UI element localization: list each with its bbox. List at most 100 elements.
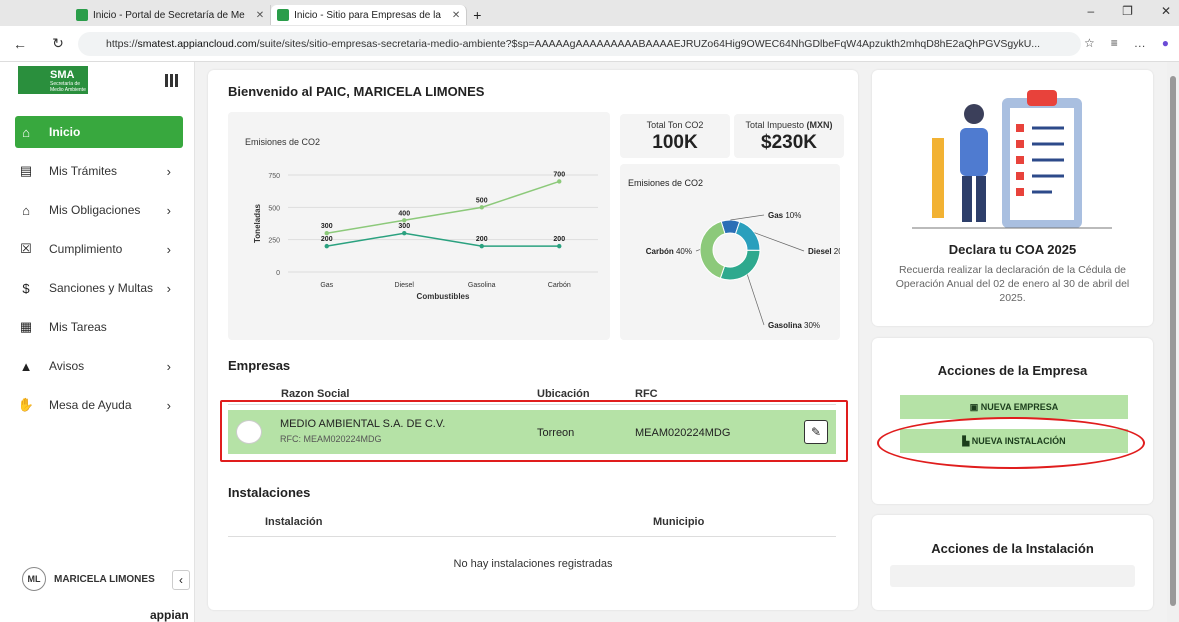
collections-icon[interactable]: ≡ [1111,36,1118,50]
coa-title: Declara tu COA 2025 [948,242,1077,257]
url-field[interactable]: https://smatest.appiancloud.com/suite/si… [78,32,1081,56]
browser-tabstrip: Inicio - Portal de Secretaría de Me ✕ In… [0,0,1179,26]
slice-name: Gas [768,211,785,220]
chevron-right-icon: › [166,163,171,179]
restore-icon[interactable]: ❐ [1122,4,1133,18]
donut-slice [734,220,761,251]
highlight-ellipse [877,417,1145,469]
main-card: Bienvenido al PAIC, MARICELA LIMONES Emi… [208,70,858,610]
line-chart: 0 250 500 750 Gas Diesel Gasolina Carbón Combust… [253,171,598,301]
sidebar-item-mesa-ayuda[interactable]: ✋ Mesa de Ayuda › [15,389,183,421]
copilot-icon[interactable]: ● [1162,36,1169,50]
sidebar-item-mis-obligaciones[interactable]: ⌂ Mis Obligaciones › [15,194,183,226]
chevron-right-icon: › [166,280,171,296]
kpi-value: 100K [652,132,698,153]
sidebar-item-label: Inicio [49,125,81,139]
back-icon[interactable]: ← [8,36,32,52]
leader-line [754,232,805,252]
chevron-right-icon: › [166,397,171,413]
installation-actions-title: Acciones de la Instalación [931,541,1094,556]
slice-name: Carbón [646,247,676,256]
data-point [557,243,562,249]
installation-actions-card: Acciones de la Instalación [872,515,1153,610]
close-icon[interactable]: ✕ [452,10,460,21]
url-path: /suite/sites/sitio-empresas-secretaria-m… [256,38,1041,50]
favorites-icon[interactable]: ☆ [1084,36,1095,50]
institution-icon: ⌂ [22,202,30,218]
slice-value: 20 [834,247,840,256]
sidebar-item-label: Avisos [49,359,85,373]
col-razon-social: Razon Social [281,388,350,400]
chevron-right-icon: › [166,202,171,218]
y-tick-label: 0 [276,270,280,277]
slice-label: Gasolina 30% [768,321,820,330]
y-tick-label: 750 [268,173,280,180]
sidebar-item-cumplimiento[interactable]: ☒ Cumplimiento › [15,233,183,265]
scrollbar[interactable] [1167,62,1179,622]
more-icon[interactable]: … [1134,36,1146,50]
company-actions-title: Acciones de la Empresa [937,363,1088,378]
leader-line [695,249,701,252]
data-label: 700 [553,171,565,178]
sidebar-item-avisos[interactable]: ▲ Avisos › [15,350,183,382]
new-company-label: NUEVA EMPRESA [980,402,1059,412]
sidebar-item-label: Mis Tareas [49,320,107,334]
data-point [557,179,562,184]
data-point [324,231,329,236]
collapse-sidebar-button[interactable]: ‹ [172,570,190,590]
sidebar-item-sanciones[interactable]: $ Sanciones y Multas › [15,272,183,304]
highlight-rectangle [220,400,848,462]
line-chart-panel: Emisiones de CO2 0 250 500 750 Gas Diesel Gaso… [228,112,610,340]
sma-logo[interactable]: SMA Secretaría de Medio Ambiente [18,66,88,94]
cumplimiento-icon: ☒ [20,241,32,256]
sidebar: SMA Secretaría de Medio Ambiente ⌂ Inici… [0,62,195,622]
x-tick-label: Diesel [395,282,415,289]
favicon-icon [277,9,290,21]
address-bar-row: ← ↻ https://smatest.appiancloud.com/suit… [0,26,1179,62]
new-tab-button[interactable]: + [467,5,487,25]
data-label: 300 [398,223,410,230]
slice-value: 10% [785,211,801,220]
sidebar-item-inicio[interactable]: ⌂ Inicio [15,116,183,148]
reload-icon[interactable]: ↻ [46,35,70,52]
y-tick-label: 500 [268,205,280,212]
x-tick-label: Gasolina [468,282,496,289]
user-profile[interactable]: ML MARICELA LIMONES [22,567,155,591]
sidebar-item-label: Sanciones y Multas [49,281,154,295]
tab-title: Inicio - Portal de Secretaría de Me [93,9,245,21]
slice-label: Carbón 40% [646,247,692,256]
browser-tab[interactable]: Inicio - Portal de Secretaría de Me ✕ [70,5,272,25]
empty-installations-message: No hay instalaciones registradas [453,558,613,570]
scrollbar-thumb[interactable] [1170,76,1176,606]
favicon-icon [76,9,88,21]
sidebar-item-mis-tareas[interactable]: ▦ Mis Tareas [15,311,183,343]
kpi-label: Total Impuesto (MXN) [734,120,844,130]
sidebar-item-label: Mis Trámites [49,164,118,178]
app-grid-icon[interactable] [165,74,178,87]
col-ubicacion: Ubicación [537,388,590,400]
close-window-icon[interactable]: ✕ [1161,4,1171,18]
data-label: 300 [321,223,333,230]
handshake-icon: ✋ [17,397,35,412]
data-point [324,243,329,249]
tab-title: Inicio - Sitio para Empresas de la [294,9,441,21]
sidebar-item-label: Cumplimiento [49,242,123,256]
donut-slice [719,249,761,281]
chevron-right-icon: › [166,358,171,374]
warning-icon: ▲ [19,358,33,374]
installation-actions-placeholder [890,565,1135,587]
new-company-button[interactable]: ▣ NUEVA EMPRESA [900,395,1128,419]
minimize-icon[interactable]: – [1087,4,1094,18]
sidebar-item-mis-tramites[interactable]: ▤ Mis Trámites › [15,155,183,187]
kpi-total-impuesto: Total Impuesto (MXN) $230K [734,114,844,158]
close-icon[interactable]: ✕ [256,10,264,21]
coa-card: Declara tu COA 2025 Recuerda realizar la… [872,70,1153,326]
slice-value: 30% [804,321,820,330]
browser-tab-active[interactable]: Inicio - Sitio para Empresas de la ✕ [271,5,468,25]
logo-subtitle: Secretaría de Medio Ambiente [50,81,86,93]
illustration-clipboard [912,90,1112,229]
data-label: 400 [398,210,410,217]
building-icon: ▣ [969,402,981,412]
x-axis-label: Combustibles [417,292,470,301]
x-tick-label: Carbón [548,282,571,289]
